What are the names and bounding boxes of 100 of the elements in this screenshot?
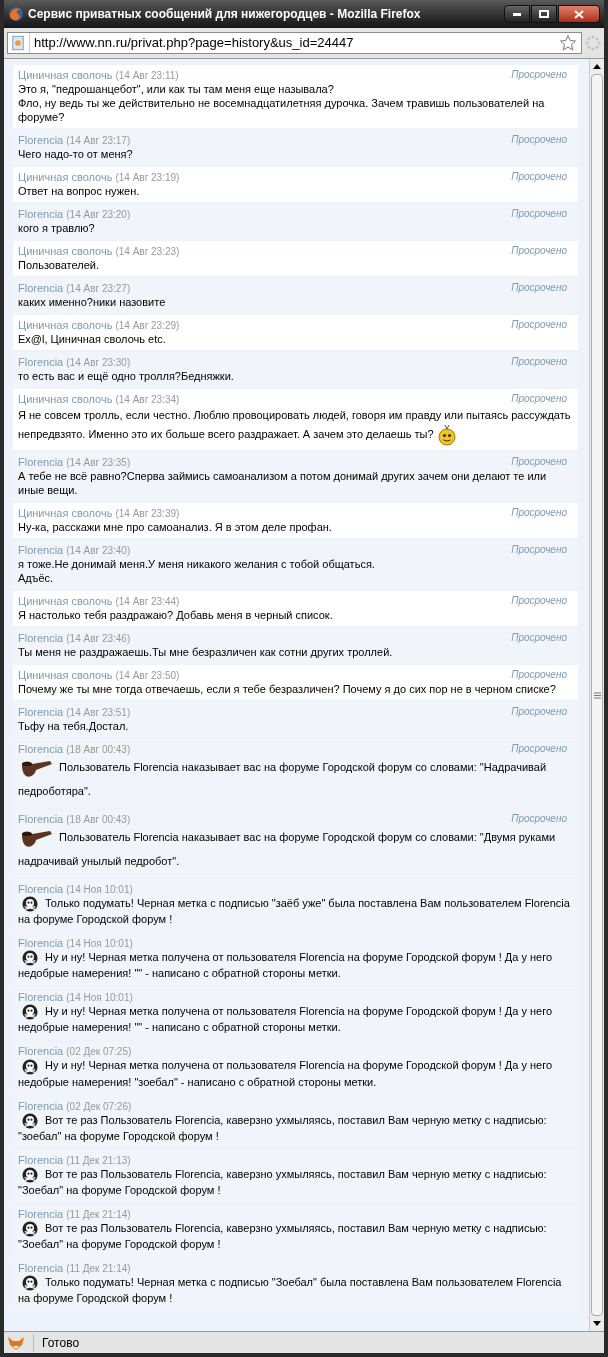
scroll-thumb[interactable] — [591, 74, 603, 1316]
author-name[interactable]: Циничная сволочь — [18, 170, 113, 184]
author-name[interactable]: Циничная сволочь — [18, 318, 113, 332]
message-time: (11 Дек 21:14) — [66, 1261, 131, 1276]
author-name[interactable]: Florencia — [18, 1152, 64, 1167]
skull-icon — [22, 1112, 38, 1129]
message-text: Это я, "педрошанцебот", или как ты там меня еще называла? Фло, ну ведь ты же действительно не восемнадцатилетняя дурочка. Зачем травишь пользователей на форуме? — [18, 82, 546, 124]
author-name[interactable]: Циничная сволочь — [18, 594, 113, 608]
author-name[interactable]: Florencia — [18, 281, 64, 295]
message-time: (14 Авг 23:40) — [66, 544, 131, 558]
status-label: Просрочено — [511, 455, 568, 469]
status-label: Просрочено — [511, 705, 568, 719]
message-text: каких именно?ники назовите — [18, 295, 166, 309]
message-time: (18 Авг 00:43) — [66, 813, 131, 828]
author-name[interactable]: Florencia — [18, 1260, 64, 1275]
status-label: Просрочено — [511, 392, 568, 406]
message-text: Ну и ну! Черная метка получена от пользователя Florencia на форуме Городской форум ! Да у него недобрые намерения! "" - написано с обратной стороны метки. — [18, 1004, 554, 1036]
address-field[interactable]: http://www.nn.ru/privat.php?page=history&us_id=24447 — [7, 32, 582, 54]
status-label: Просрочено — [511, 133, 568, 147]
author-name[interactable]: Циничная сволочь — [18, 68, 113, 82]
skull-icon — [22, 1220, 38, 1237]
status-label: Просрочено — [511, 631, 568, 645]
message-text: Ну и ну! Черная метка получена от пользователя Florencia на форуме Городской форум ! Да у него недобрые намерения! "" - написано с обратной стороны метки. — [18, 950, 554, 982]
message-time: (14 Авг 23:44) — [115, 595, 180, 609]
author-name[interactable]: Florencia — [18, 355, 64, 369]
message-text: Только подумать! Черная метка с подписью "заёб уже" была поставлена Вам пользователем Florencia на форуме Городской форум ! — [18, 896, 571, 928]
message-text: Вот те раз Пользователь Florencia, каверзно ухмыляясь, поставил Вам черную метку с надписью: "Зоебал" на форуме Городской форум ! — [18, 1220, 548, 1252]
smiley-icon — [436, 424, 457, 446]
message-text: Пользователь Florencia наказывает вас на форуме Городской форум со словами: "Двумя руками надрачивай унылый педробот". — [18, 826, 573, 874]
message-time: (14 Авг 23:34) — [115, 393, 180, 407]
author-name[interactable]: Florencia — [18, 543, 64, 557]
status-label: Просрочено — [511, 355, 568, 369]
message-text: Тьфу на тебя.Достал. — [18, 719, 129, 733]
scrollbar[interactable] — [589, 59, 604, 1331]
loading-indicator-icon — [585, 35, 601, 51]
status-label: Просрочено — [511, 668, 568, 682]
author-name[interactable]: Florencia — [18, 1098, 64, 1113]
author-name[interactable]: Циничная сволочь — [18, 244, 113, 258]
message-text: Только подумать! Черная метка с подписью "Зоебал" была поставлена Вам пользователем Florencia на форуме Городской форум ! — [18, 1274, 563, 1306]
status-label: Просрочено — [511, 742, 568, 756]
message-time: (14 Авг 23:46) — [66, 632, 131, 646]
message-text: я тоже.Не донимай меня.У меня никакого желания с тобой общаться. Адъёс. — [18, 557, 375, 585]
status-label: Просрочено — [511, 543, 568, 557]
message-time: (14 Авг 23:19) — [115, 171, 180, 185]
message-time: (14 Ноя 10:01) — [66, 883, 133, 898]
status-label: Просрочено — [511, 170, 568, 184]
message-time: (14 Ноя 10:01) — [66, 991, 133, 1006]
status-label: Просрочено — [511, 207, 568, 221]
author-name[interactable]: Florencia — [18, 705, 64, 719]
minimize-button[interactable] — [504, 5, 530, 23]
status-text: Готово — [33, 1333, 80, 1352]
message-text: Вот те раз Пользователь Florencia, каверзно ухмыляясь, поставил Вам черную метку с надписью: "Зоебал" на форуме Городской форум ! — [18, 1166, 548, 1198]
message-time: (02 Дек 07:25) — [66, 1045, 132, 1060]
status-label: Просрочено — [511, 812, 568, 827]
status-label: Просрочено — [511, 244, 568, 258]
author-name[interactable]: Циничная сволочь — [18, 668, 113, 682]
author-name[interactable]: Florencia — [18, 990, 64, 1005]
message-text: Ответ на вопрос нужен. — [18, 184, 140, 198]
message-time: (14 Авг 23:30) — [66, 356, 131, 370]
message-time: (14 Авг 23:50) — [115, 669, 180, 683]
skull-icon — [22, 1274, 38, 1291]
author-name[interactable]: Циничная сволочь — [18, 392, 113, 406]
message-text: то есть вас и ещё одно тролля?Бедняжки. — [18, 369, 234, 383]
author-name[interactable]: Florencia — [18, 1206, 64, 1221]
skull-icon — [22, 1004, 38, 1021]
author-name[interactable]: Florencia — [18, 455, 64, 469]
window-title: Сервис приватных сообщений для нижегородцев - Mozilla Firefox — [28, 6, 422, 23]
message-time: (14 Авг 23:17) — [66, 134, 131, 148]
skull-icon — [22, 1166, 38, 1183]
message-time: (11 Дек 21:14) — [66, 1207, 131, 1222]
scroll-up-icon[interactable] — [593, 64, 601, 69]
author-name[interactable]: Florencia — [18, 1044, 64, 1059]
message-text: кого я травлю? — [18, 221, 95, 235]
status-label: Просрочено — [511, 506, 568, 520]
status-label: Просрочено — [511, 318, 568, 332]
close-button[interactable] — [558, 5, 600, 23]
maximize-button[interactable] — [531, 5, 557, 23]
skull-icon — [22, 896, 38, 913]
author-name[interactable]: Florencia — [18, 631, 64, 645]
author-name[interactable]: Florencia — [18, 133, 64, 147]
author-name[interactable]: Florencia — [18, 812, 64, 827]
scroll-down-icon[interactable] — [593, 1321, 601, 1326]
message-time: (14 Ноя 10:01) — [66, 937, 133, 952]
status-label: Просрочено — [511, 68, 568, 82]
author-name[interactable]: Циничная сволочь — [18, 506, 113, 520]
fox-icon — [7, 1334, 25, 1351]
minimize-icon — [513, 12, 521, 16]
author-name[interactable]: Florencia — [18, 936, 64, 951]
status-label: Просрочено — [511, 594, 568, 608]
message-time: (02 Дек 07:26) — [66, 1099, 132, 1114]
author-name[interactable]: Florencia — [18, 882, 64, 897]
message-time: (14 Авг 23:11) — [115, 69, 179, 83]
message-time: (14 Авг 23:51) — [66, 706, 131, 720]
star-icon[interactable] — [559, 34, 577, 52]
author-name[interactable]: Florencia — [18, 742, 64, 756]
close-icon — [574, 9, 584, 19]
message-text: Я настолько тебя раздражаю? Добавь меня в черный список. — [18, 608, 333, 622]
message-text: Я не совсем тролль, если честно. Люблю провоцировать людей, говоря им правду или пытаясь рассуждать непредвзято. Именно это их больше всего раздражает. А зачем это делаешь ты? — [18, 406, 573, 446]
message-time: (11 Дек 21:13) — [66, 1153, 131, 1168]
author-name[interactable]: Florencia — [18, 207, 64, 221]
